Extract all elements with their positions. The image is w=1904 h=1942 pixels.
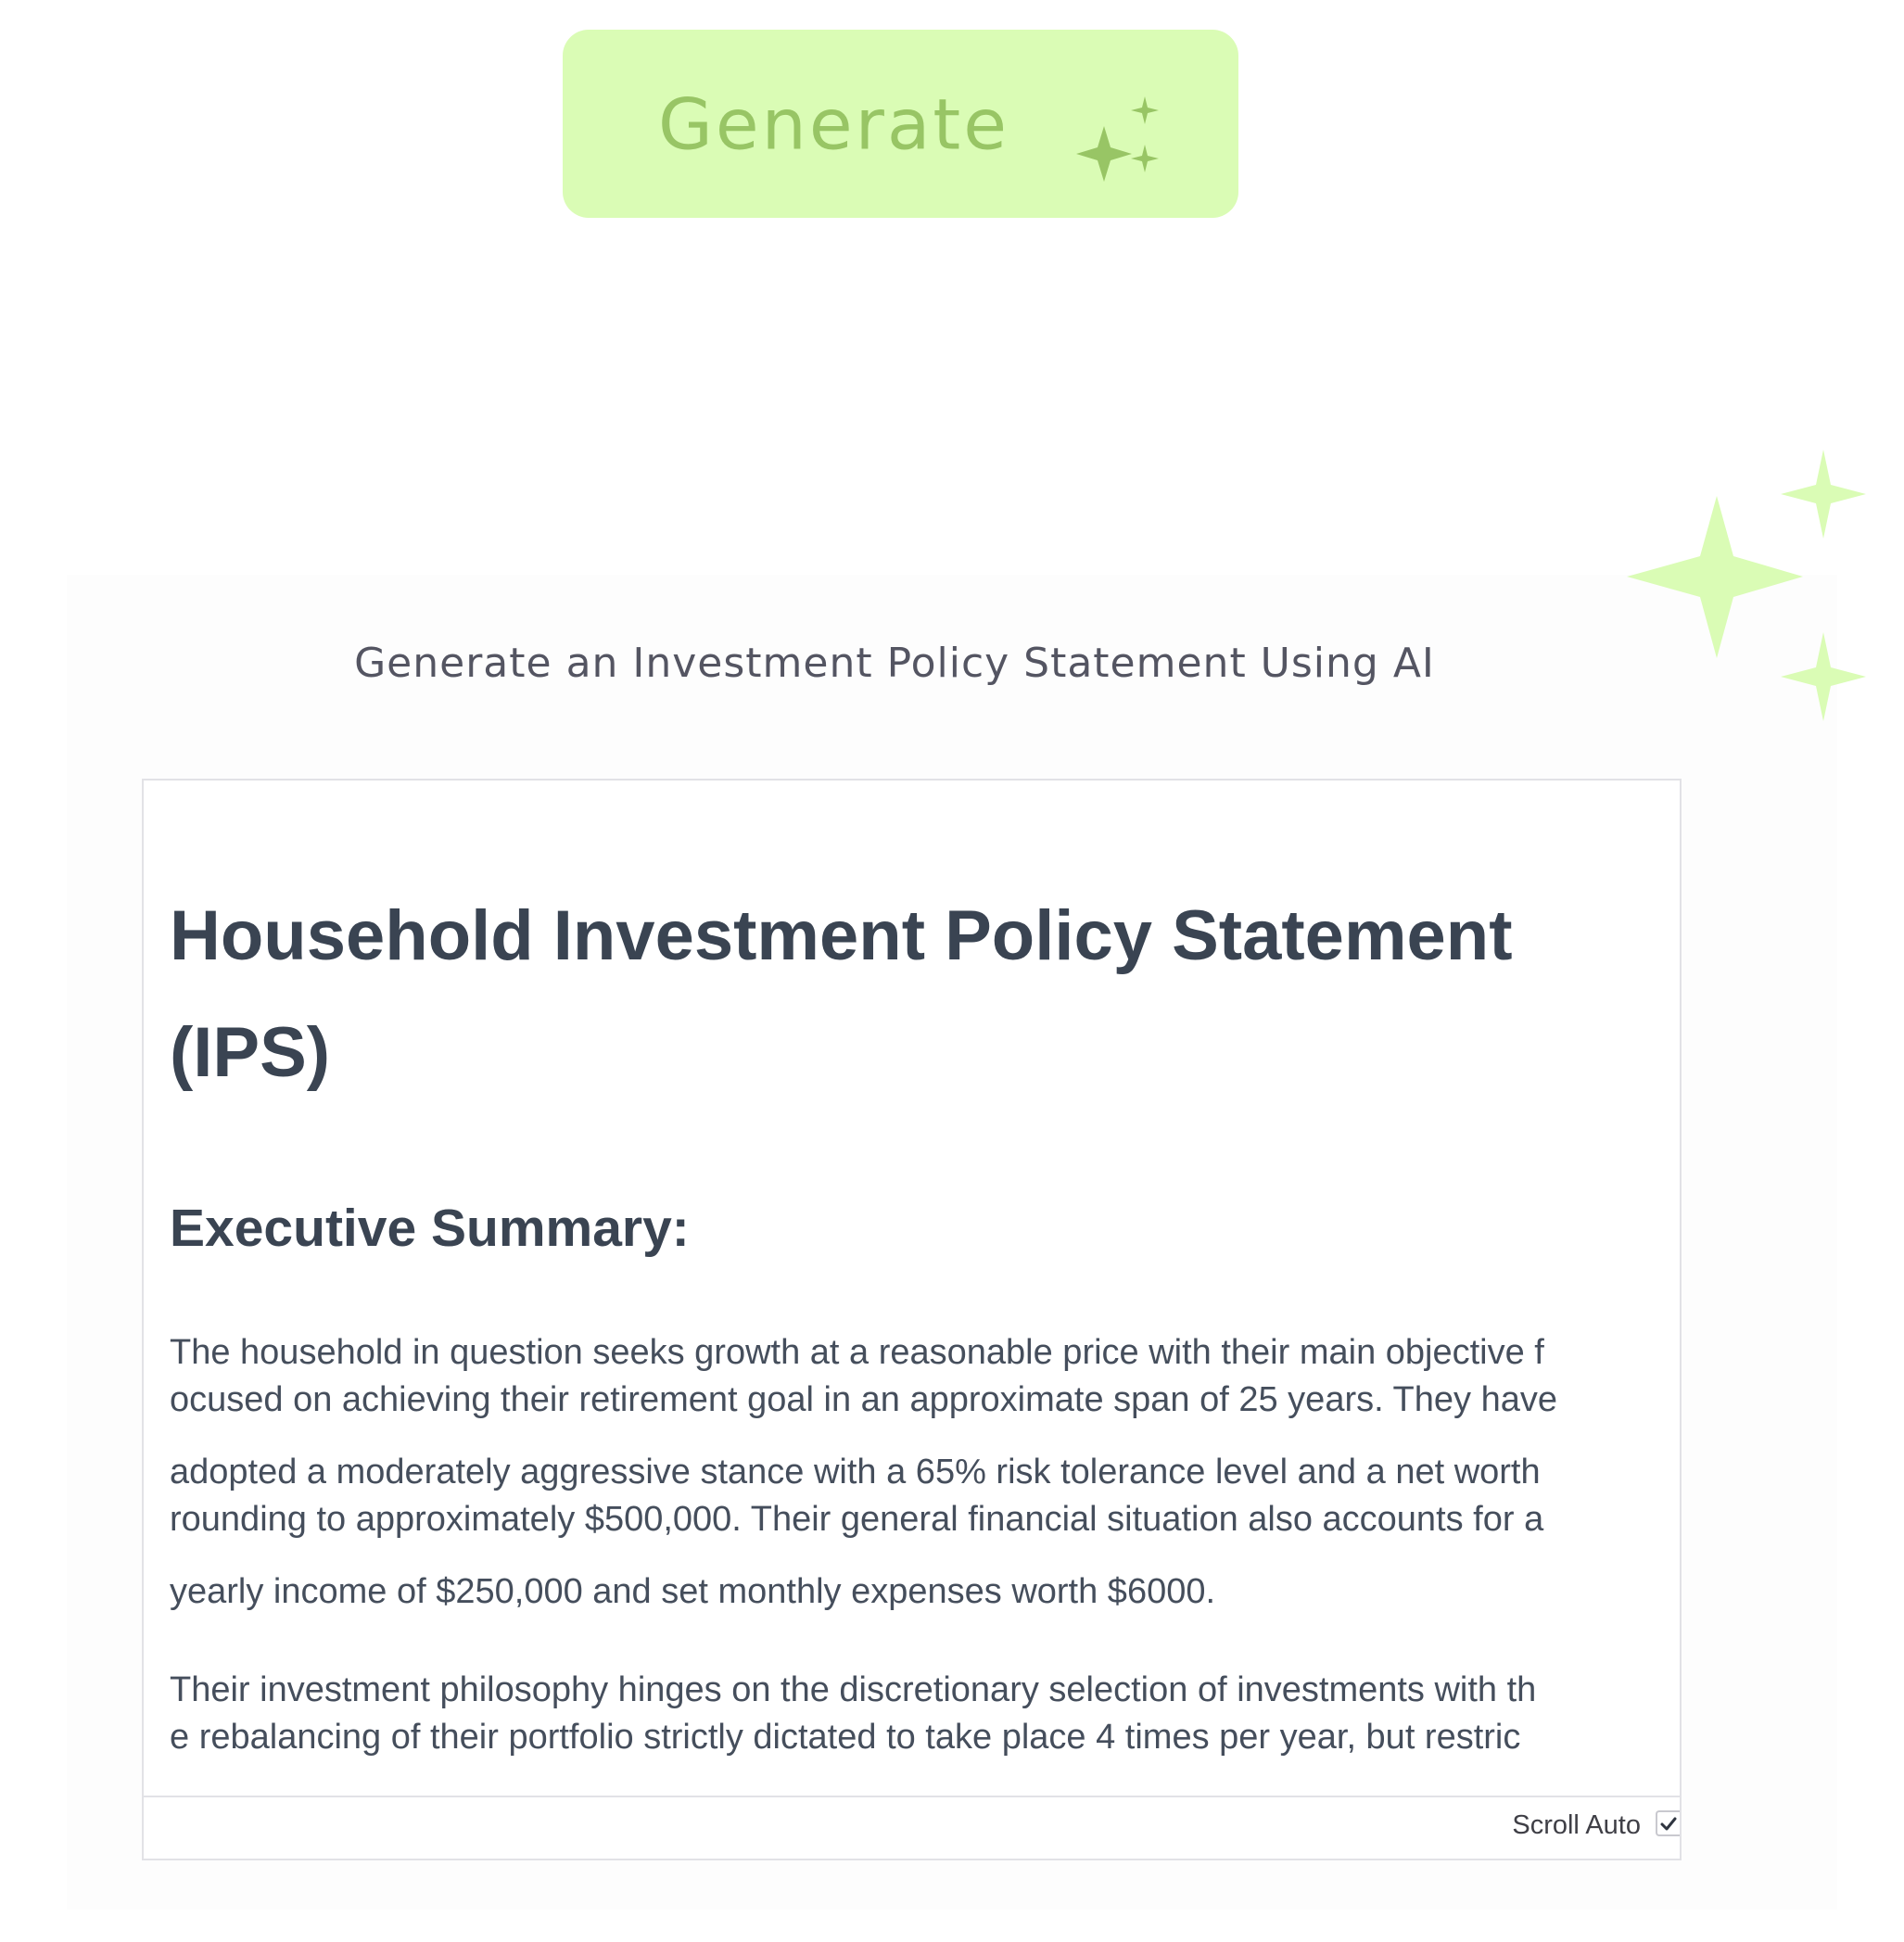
checkmark-icon [1660,1817,1677,1831]
scroll-auto-checkbox[interactable] [1656,1810,1680,1836]
section-heading: Executive Summary: [170,1199,690,1258]
document-title: Household Investment Policy Statement (I… [170,878,1622,1111]
sparkles-icon [1076,96,1159,182]
paragraph-line: yearly income of $250,000 and set monthl… [170,1572,1216,1611]
document-title-line: (IPS) [170,1013,331,1092]
generate-button[interactable]: Generate [563,30,1238,218]
paragraph-line: ocused on achieving their retirement goa… [170,1380,1557,1419]
paragraph-line: The household in question seeks growth a… [170,1333,1544,1372]
output-footer: Scroll Auto [144,1796,1680,1859]
paragraph-line: rounding to approximately $500,000. Thei… [170,1500,1544,1539]
page: Generate Generate an Investment Policy S… [0,0,1904,1942]
paragraph-line: e rebalancing of their portfolio strictl… [170,1718,1521,1757]
paragraph-line: adopted a moderately aggressive stance w… [170,1453,1541,1491]
scroll-auto-label: Scroll Auto [1512,1810,1641,1840]
generate-button-label: Generate [658,83,1009,165]
page-subtitle: Generate an Investment Policy Statement … [354,640,1435,687]
output-document[interactable]: Household Investment Policy Statement (I… [170,781,1622,1796]
document-title-line: Household Investment Policy Statement [170,896,1513,975]
output-panel[interactable]: Household Investment Policy Statement (I… [142,779,1682,1860]
paragraph-line: Their investment philosophy hinges on th… [170,1670,1537,1709]
